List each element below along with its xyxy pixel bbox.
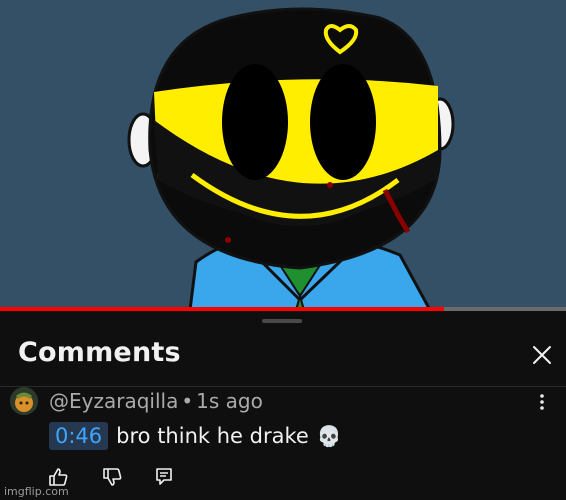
watermark: imgflip.com: [4, 485, 69, 498]
comments-panel: Comments @Eyzaraqilla • 1s ago 0:46 bro th…: [0, 311, 566, 500]
video-player[interactable]: [0, 0, 566, 310]
drag-handle[interactable]: [262, 319, 302, 323]
dislike-button[interactable]: [101, 466, 123, 488]
more-options-button[interactable]: [532, 390, 552, 414]
divider: [0, 386, 566, 387]
reply-icon: [156, 468, 172, 485]
more-vert-icon: [540, 394, 544, 410]
video-frame-artwork: [0, 0, 566, 310]
reply-button[interactable]: [153, 466, 175, 488]
close-icon: [533, 346, 551, 364]
avatar-icon: [10, 387, 38, 415]
panel-title: Comments: [18, 337, 181, 368]
close-button[interactable]: [528, 341, 556, 369]
comment-text: bro think he drake: [116, 424, 309, 448]
dislike-icon: [103, 468, 122, 486]
comment-author[interactable]: @Eyzaraqilla: [49, 389, 178, 413]
comment-meta: @Eyzaraqilla • 1s ago: [49, 389, 263, 413]
timestamp-link[interactable]: 0:46: [49, 422, 109, 450]
skull-icon: 💀: [316, 424, 342, 448]
comment-body: 0:46 bro think he drake 💀: [49, 419, 342, 453]
comment-time: 1s ago: [196, 389, 263, 413]
avatar[interactable]: [10, 387, 38, 415]
meta-separator: •: [181, 389, 194, 413]
